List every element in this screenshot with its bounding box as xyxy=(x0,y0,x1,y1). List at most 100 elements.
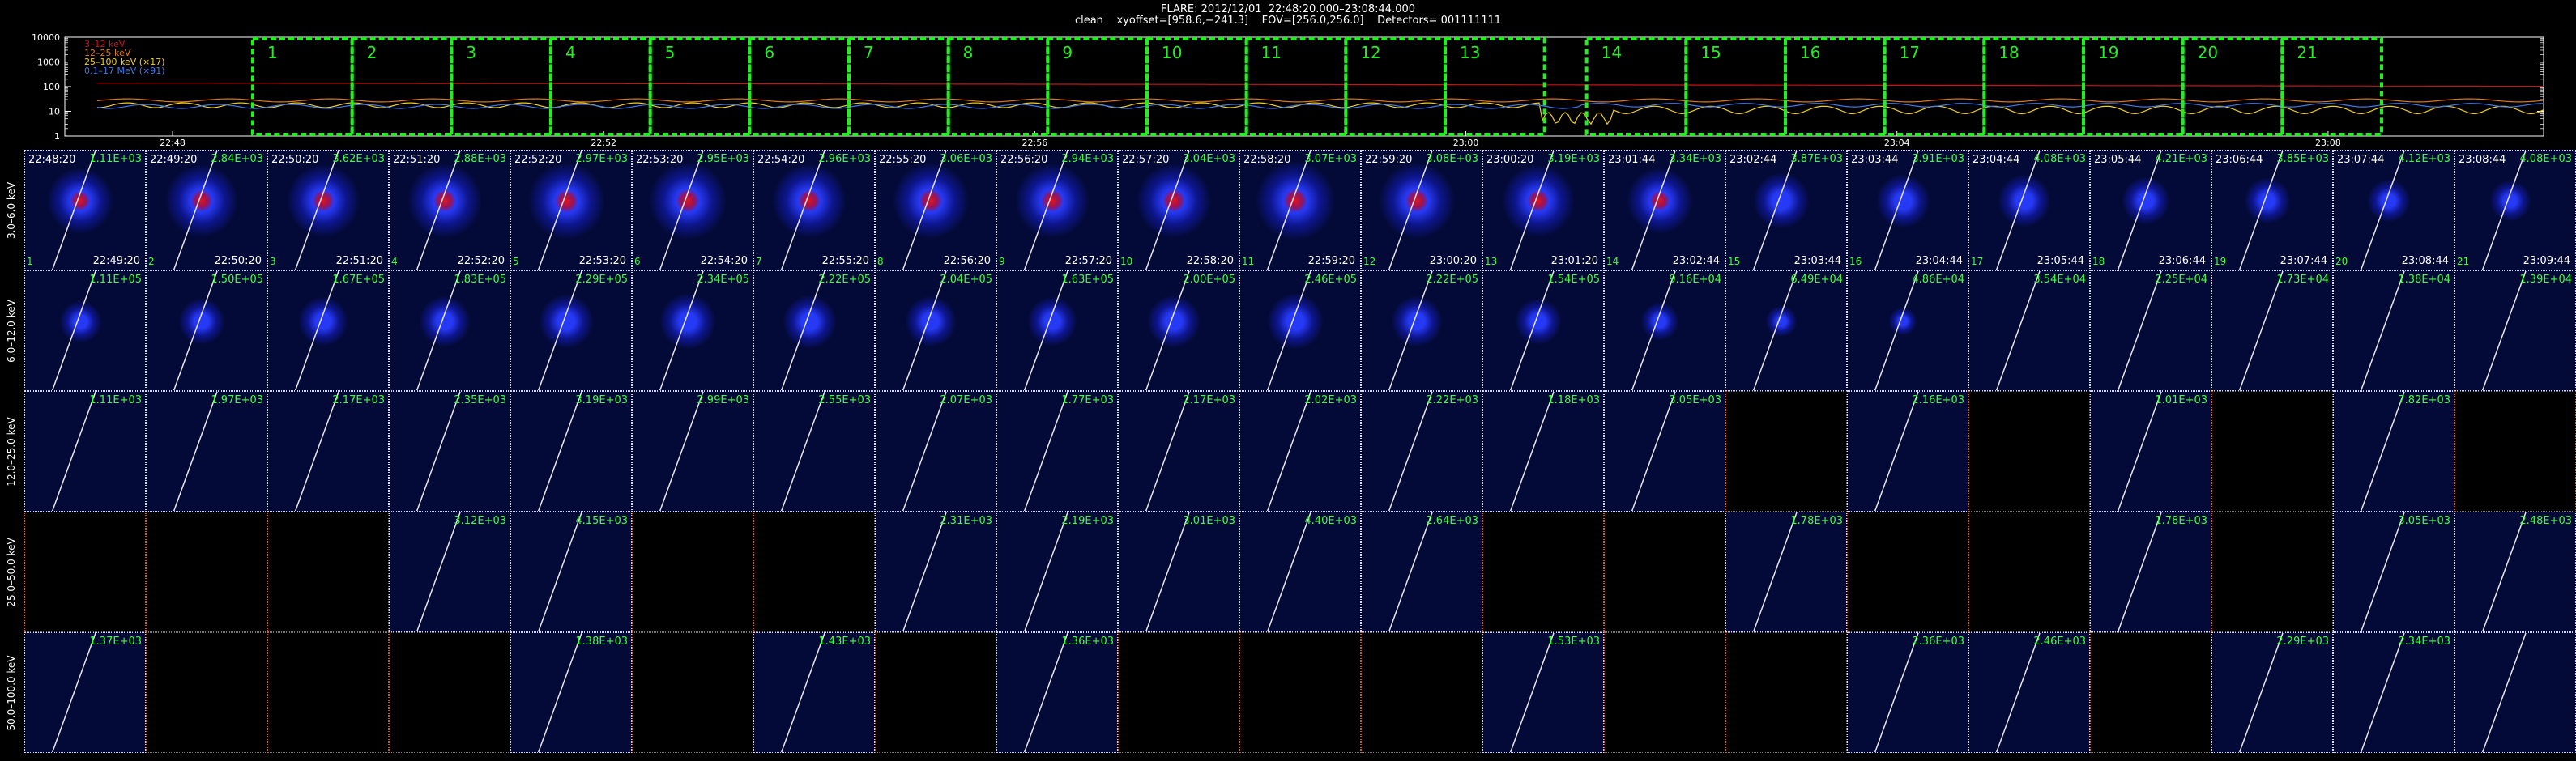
image-panel[interactable]: 3.05E+03 xyxy=(2333,512,2454,632)
image-panel[interactable]: 2.34E+05 xyxy=(632,270,753,391)
image-panel[interactable]: 1.67E+05 xyxy=(267,270,389,391)
image-panel[interactable] xyxy=(1482,512,1604,632)
image-panel[interactable]: 2.16E+03 xyxy=(1847,391,1968,512)
image-panel[interactable] xyxy=(875,632,996,753)
image-panel[interactable]: 1.53E+03 xyxy=(1482,632,1604,753)
image-panel[interactable]: 1.18E+03 xyxy=(1482,391,1604,512)
image-panel[interactable]: 4.12E+03 23:07:44 23:08:44 20 xyxy=(2333,150,2454,270)
image-panel[interactable] xyxy=(1604,512,1725,632)
image-panel[interactable]: 2.19E+03 xyxy=(996,512,1118,632)
image-panel[interactable] xyxy=(1118,632,1239,753)
image-panel[interactable]: 2.95E+03 22:53:20 22:54:20 6 xyxy=(632,150,753,270)
image-panel[interactable]: 2.64E+03 xyxy=(1361,512,1482,632)
image-panel[interactable]: 1.38E+03 xyxy=(510,632,632,753)
image-panel[interactable]: 2.35E+03 xyxy=(389,391,510,512)
image-panel[interactable]: 1.50E+05 xyxy=(146,270,267,391)
image-panel[interactable] xyxy=(146,512,267,632)
image-panel[interactable]: 2.04E+05 xyxy=(875,270,996,391)
image-panel[interactable] xyxy=(24,512,146,632)
image-panel[interactable]: 6.49E+04 xyxy=(1725,270,1847,391)
image-panel[interactable]: 2.84E+03 22:49:20 22:50:20 2 xyxy=(146,150,267,270)
image-panel[interactable]: 3.01E+03 xyxy=(1118,512,1239,632)
image-panel[interactable] xyxy=(267,512,389,632)
image-panel[interactable]: 3.06E+03 22:55:20 22:56:20 8 xyxy=(875,150,996,270)
image-panel[interactable]: 9.16E+04 xyxy=(1604,270,1725,391)
image-panel[interactable]: 2.96E+03 22:54:20 22:55:20 7 xyxy=(753,150,875,270)
image-panel[interactable]: 1.43E+03 xyxy=(753,632,875,753)
image-panel[interactable]: 2.34E+03 xyxy=(2333,632,2454,753)
image-panel[interactable]: 2.22E+05 xyxy=(753,270,875,391)
image-panel[interactable]: 3.07E+03 22:58:20 22:59:20 11 xyxy=(1239,150,1361,270)
image-panel[interactable]: 4.08E+03 23:04:44 23:05:44 17 xyxy=(1968,150,2090,270)
image-panel[interactable] xyxy=(267,632,389,753)
image-panel[interactable] xyxy=(1604,632,1725,753)
image-panel[interactable]: 2.22E+03 xyxy=(1361,391,1482,512)
image-panel[interactable]: 2.17E+03 xyxy=(1118,391,1239,512)
image-panel[interactable]: 1.77E+03 xyxy=(996,391,1118,512)
image-panel[interactable] xyxy=(1847,512,1968,632)
image-panel[interactable] xyxy=(1968,512,2090,632)
image-panel[interactable]: 2.97E+03 22:52:20 22:53:20 5 xyxy=(510,150,632,270)
image-panel[interactable]: 3.04E+03 22:57:20 22:58:20 10 xyxy=(1118,150,1239,270)
image-panel[interactable] xyxy=(753,512,875,632)
image-panel[interactable]: 2.02E+03 xyxy=(1239,391,1361,512)
image-panel[interactable]: 3.91E+03 23:03:44 23:04:44 16 xyxy=(1847,150,1968,270)
image-panel[interactable]: 2.29E+05 xyxy=(510,270,632,391)
image-panel[interactable]: 3.12E+03 xyxy=(389,512,510,632)
image-panel[interactable]: 2.55E+03 xyxy=(753,391,875,512)
image-panel[interactable]: 2.46E+05 xyxy=(1239,270,1361,391)
image-panel[interactable]: 1.01E+03 xyxy=(2090,391,2211,512)
image-panel[interactable] xyxy=(1239,632,1361,753)
image-panel[interactable] xyxy=(2211,512,2333,632)
image-panel[interactable] xyxy=(2090,632,2211,753)
image-panel[interactable] xyxy=(146,632,267,753)
image-panel[interactable]: 1.78E+03 xyxy=(2090,512,2211,632)
image-panel[interactable] xyxy=(2211,391,2333,512)
image-panel[interactable]: 1.54E+05 xyxy=(1482,270,1604,391)
image-panel[interactable] xyxy=(2454,391,2576,512)
image-panel[interactable]: 1.11E+03 xyxy=(24,391,146,512)
image-panel[interactable]: 4.15E+03 xyxy=(510,512,632,632)
image-panel[interactable]: 3.34E+03 23:01:44 23:02:44 14 xyxy=(1604,150,1725,270)
image-panel[interactable]: 3.54E+04 xyxy=(1968,270,2090,391)
image-panel[interactable]: 3.87E+03 23:02:44 23:03:44 15 xyxy=(1725,150,1847,270)
image-panel[interactable]: 3.08E+03 22:59:20 23:00:20 12 xyxy=(1361,150,1482,270)
image-panel[interactable] xyxy=(632,512,753,632)
image-panel[interactable] xyxy=(1725,632,1847,753)
image-panel[interactable]: 1.97E+03 xyxy=(146,391,267,512)
image-panel[interactable]: 3.85E+03 23:06:44 23:07:44 19 xyxy=(2211,150,2333,270)
image-panel[interactable]: 1.39E+04 xyxy=(2454,270,2576,391)
image-panel[interactable]: 2.88E+03 22:51:20 22:52:20 4 xyxy=(389,150,510,270)
image-panel[interactable]: 1.11E+03 22:48:20 22:49:20 1 xyxy=(24,150,146,270)
image-panel[interactable]: 2.29E+03 xyxy=(2211,632,2333,753)
image-panel[interactable] xyxy=(632,632,753,753)
image-panel[interactable]: 2.31E+03 xyxy=(875,512,996,632)
image-panel[interactable]: 2.22E+05 xyxy=(1361,270,1482,391)
image-panel[interactable]: 3.19E+03 xyxy=(510,391,632,512)
image-panel[interactable]: 1.73E+04 xyxy=(2211,270,2333,391)
image-panel[interactable]: 3.05E+03 xyxy=(1604,391,1725,512)
image-panel[interactable]: 4.40E+03 xyxy=(1239,512,1361,632)
image-panel[interactable] xyxy=(389,632,510,753)
image-panel[interactable]: 1.78E+03 xyxy=(1725,512,1847,632)
image-panel[interactable]: 7.82E+03 xyxy=(2333,391,2454,512)
image-panel[interactable]: 1.37E+03 xyxy=(24,632,146,753)
image-panel[interactable]: 2.25E+04 xyxy=(2090,270,2211,391)
image-panel[interactable]: 4.21E+03 23:05:44 23:06:44 18 xyxy=(2090,150,2211,270)
image-panel[interactable]: 2.07E+03 xyxy=(875,391,996,512)
image-panel[interactable]: 4.86E+04 xyxy=(1847,270,1968,391)
image-panel[interactable]: 2.00E+05 xyxy=(1118,270,1239,391)
image-panel[interactable] xyxy=(1361,632,1482,753)
image-panel[interactable]: 2.48E+03 xyxy=(2454,512,2576,632)
image-panel[interactable]: 2.99E+03 xyxy=(632,391,753,512)
image-panel[interactable]: 2.17E+03 xyxy=(267,391,389,512)
image-panel[interactable] xyxy=(1725,391,1847,512)
image-panel[interactable]: 1.38E+04 xyxy=(2333,270,2454,391)
image-panel[interactable]: 3.19E+03 23:00:20 23:01:20 13 xyxy=(1482,150,1604,270)
image-panel[interactable]: 1.63E+05 xyxy=(996,270,1118,391)
image-panel[interactable]: 1.36E+03 xyxy=(996,632,1118,753)
image-panel[interactable]: 2.46E+03 xyxy=(1968,632,2090,753)
image-panel[interactable]: 2.36E+03 xyxy=(1847,632,1968,753)
image-panel[interactable]: 4.08E+03 23:08:44 23:09:44 21 xyxy=(2454,150,2576,270)
image-panel[interactable]: 3.62E+03 22:50:20 22:51:20 3 xyxy=(267,150,389,270)
